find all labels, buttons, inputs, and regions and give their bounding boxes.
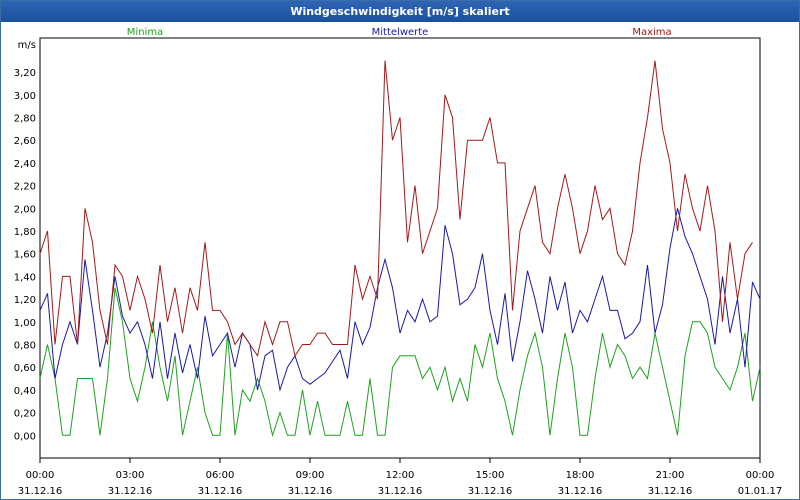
x-tick-date: 31.12.16 <box>648 486 693 497</box>
y-tick-label: 3,20 <box>14 68 36 79</box>
x-tick-date: 31.12.16 <box>558 486 603 497</box>
x-tick-date: 31.12.16 <box>108 486 153 497</box>
y-tick-label: 2,00 <box>14 204 36 215</box>
x-tick-time: 15:00 <box>476 470 505 481</box>
y-tick-label: 2,60 <box>14 136 36 147</box>
x-tick-date: 31.12.16 <box>468 486 513 497</box>
y-tick-label: 0,80 <box>14 340 36 351</box>
y-tick-label: 2,80 <box>14 113 36 124</box>
y-tick-label: 1,80 <box>14 227 36 238</box>
x-tick-time: 03:00 <box>116 470 145 481</box>
y-axis-unit: m/s <box>18 40 36 51</box>
x-tick-time: 09:00 <box>296 470 325 481</box>
x-tick-date: 31.12.16 <box>198 486 243 497</box>
x-tick-time: 21:00 <box>656 470 685 481</box>
legend-minima: Minima <box>127 27 163 38</box>
wind-speed-chart: 0,00 0,20 0,40 0,60 0,80 1,00 1,20 1,40 1,60 1,80… <box>14 27 783 497</box>
y-tick-label: 1,20 <box>14 295 36 306</box>
x-tick-time: 00:00 <box>746 470 775 481</box>
y-tick-label: 3,00 <box>14 91 36 102</box>
x-tick-time: 18:00 <box>566 470 595 481</box>
x-tick-date: 01.01.17 <box>738 486 783 497</box>
y-tick-label: 1,00 <box>14 318 36 329</box>
y-tick-label: 0,40 <box>14 386 36 397</box>
plot-frame <box>39 37 761 459</box>
y-tick-label: 1,40 <box>14 272 36 283</box>
x-tick-time: 06:00 <box>206 470 235 481</box>
legend-maxima: Maxima <box>632 27 671 38</box>
y-tick-label: 2,20 <box>14 182 36 193</box>
y-tick-label: 0,00 <box>14 431 36 442</box>
legend-mittelwerte: Mittelwerte <box>372 27 429 38</box>
x-tick-time: 00:00 <box>26 470 55 481</box>
y-tick-label: 2,40 <box>14 159 36 170</box>
x-tick-time: 12:00 <box>386 470 415 481</box>
x-tick-date: 31.12.16 <box>18 486 63 497</box>
y-tick-label: 0,60 <box>14 363 36 374</box>
y-tick-label: 0,20 <box>14 409 36 420</box>
y-tick-label: 1,60 <box>14 250 36 261</box>
x-tick-date: 31.12.16 <box>288 486 333 497</box>
x-tick-date: 31.12.16 <box>378 486 423 497</box>
